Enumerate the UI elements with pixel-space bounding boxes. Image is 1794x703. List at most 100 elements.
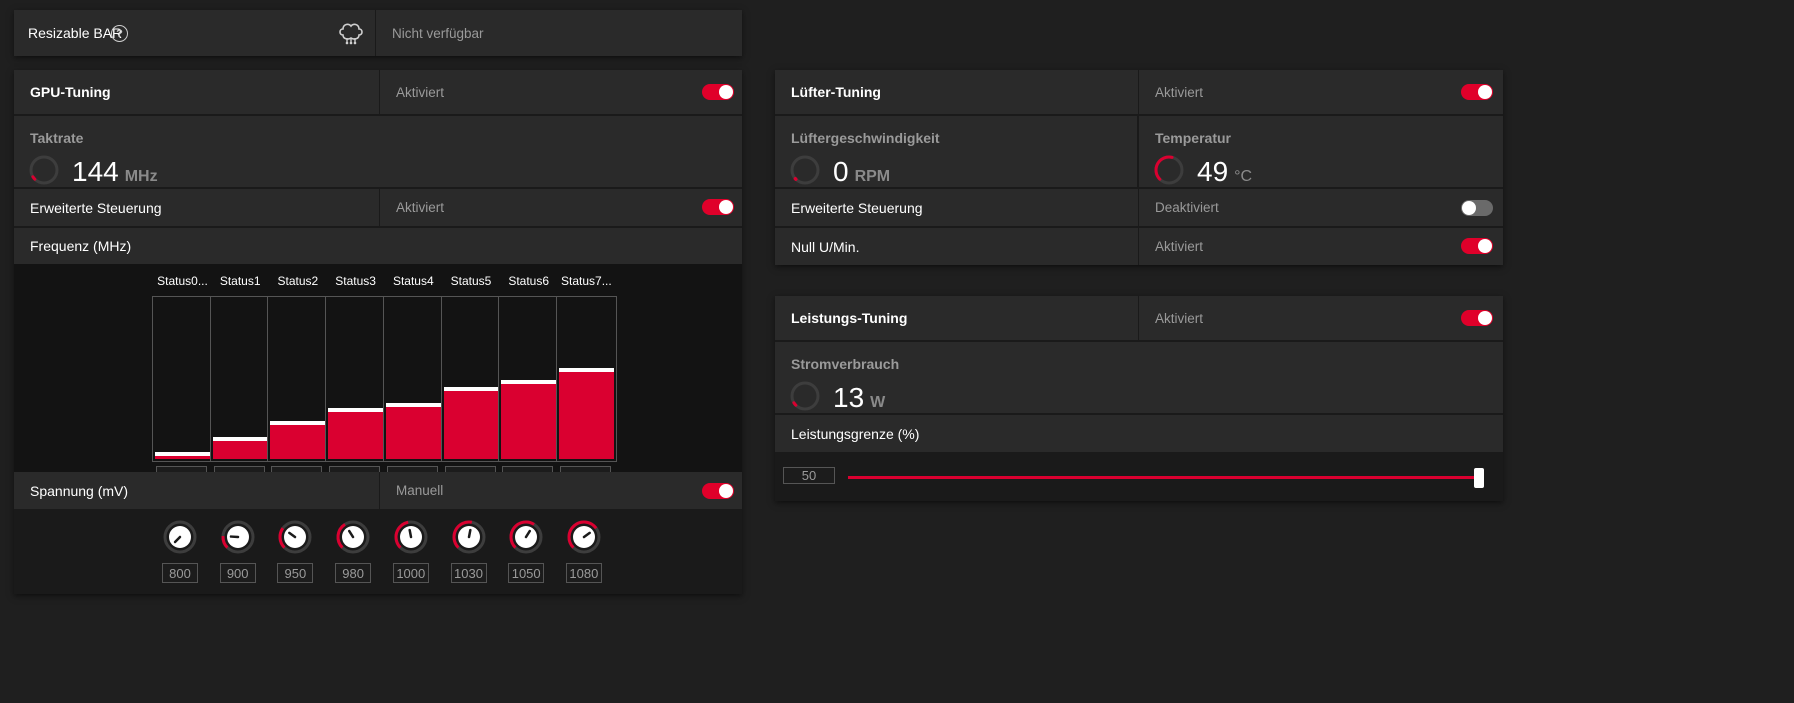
power-limit-slider-track[interactable] bbox=[848, 476, 1484, 479]
voltage-knob-value[interactable]: 1050 bbox=[508, 563, 545, 583]
fan-tuning-panel: Lüfter-Tuning Aktiviert Lüftergeschwindi… bbox=[775, 70, 1503, 265]
clock-gauge-arc bbox=[31, 175, 37, 181]
power-consumption-value: 13 bbox=[833, 382, 865, 413]
fan-speed-unit: RPM bbox=[854, 168, 891, 185]
voltage-knob-value[interactable]: 1000 bbox=[392, 563, 429, 583]
frequency-state-fill bbox=[328, 412, 384, 459]
gpu-advanced-status: Aktiviert bbox=[379, 189, 742, 226]
gpu-advanced-toggle[interactable] bbox=[702, 199, 734, 215]
power-tuning-panel: Leistungs-Tuning Aktiviert Stromverbrauc… bbox=[775, 296, 1503, 501]
frequency-state-bar[interactable] bbox=[498, 296, 560, 462]
temperature-label: Temperatur bbox=[1155, 130, 1231, 146]
clock-rate-metric: Taktrate 144 MHz bbox=[14, 116, 742, 187]
power-tuning-toggle[interactable] bbox=[1461, 310, 1493, 326]
frequency-state-label: Status2 bbox=[277, 274, 319, 288]
voltage-knob[interactable] bbox=[220, 519, 256, 555]
fan-speed-value-wrap: 0 RPM bbox=[833, 156, 890, 188]
voltage-knob-value[interactable]: 1030 bbox=[450, 563, 487, 583]
frequency-state-bar[interactable] bbox=[382, 296, 444, 462]
frequency-state-label: Status3 bbox=[335, 274, 376, 288]
voltage-knob[interactable] bbox=[508, 519, 544, 555]
voltage-knob-arc bbox=[278, 527, 286, 549]
voltage-toggle[interactable] bbox=[702, 483, 734, 499]
power-limit-value[interactable]: 50 bbox=[783, 467, 835, 484]
gpu-tuning-title: GPU-Tuning bbox=[30, 84, 111, 100]
frequency-state-handle[interactable] bbox=[270, 421, 326, 425]
frequency-state-handle[interactable] bbox=[328, 408, 384, 412]
frequency-state-fill bbox=[558, 372, 614, 459]
voltage-knob[interactable] bbox=[393, 519, 429, 555]
frequency-state-fill bbox=[501, 384, 557, 459]
frequency-state-handle[interactable] bbox=[443, 387, 499, 391]
temperature-value-wrap: 49 °C bbox=[1197, 156, 1252, 188]
voltage-label: Spannung (mV) bbox=[30, 482, 129, 499]
frequency-state-handle[interactable] bbox=[155, 452, 210, 456]
voltage-knob[interactable] bbox=[335, 519, 371, 555]
clock-rate-value-wrap: 144 MHz bbox=[72, 156, 158, 188]
temperature-value: 49 bbox=[1197, 156, 1229, 187]
zero-rpm-status: Aktiviert bbox=[1138, 228, 1503, 265]
fan-advanced-row: Erweiterte Steuerung Deaktiviert bbox=[775, 189, 1503, 226]
gpu-tuning-header: GPU-Tuning Aktiviert bbox=[14, 70, 742, 114]
frequency-states-area: Status0...852Status1991Status21138Status… bbox=[14, 264, 742, 486]
fan-tuning-title: Lüfter-Tuning bbox=[791, 84, 881, 100]
gpu-advanced-row: Erweiterte Steuerung Aktiviert bbox=[14, 189, 742, 226]
voltage-knob-value[interactable]: 950 bbox=[277, 563, 314, 583]
fan-tuning-toggle[interactable] bbox=[1461, 84, 1493, 100]
frequency-label: Frequenz (MHz) bbox=[30, 238, 132, 254]
frequency-state-bar[interactable] bbox=[152, 296, 213, 462]
power-limit-header: Leistungsgrenze (%) bbox=[775, 415, 1503, 452]
frequency-state-fill bbox=[385, 407, 441, 459]
temperature-gauge-icon bbox=[1153, 154, 1185, 191]
clock-rate-unit: MHz bbox=[124, 168, 158, 185]
frequency-state-bar[interactable] bbox=[209, 296, 271, 462]
power-gauge-arc bbox=[792, 401, 798, 407]
help-icon[interactable]: ? bbox=[111, 25, 128, 42]
power-tuning-status: Aktiviert bbox=[1138, 296, 1503, 340]
frequency-state-label: Status6 bbox=[508, 274, 550, 288]
power-limit-slider-thumb[interactable] bbox=[1474, 468, 1484, 488]
resizable-bar-row: Resizable BAR ? Nicht verfügbar bbox=[14, 10, 742, 56]
voltage-knob[interactable] bbox=[566, 519, 602, 555]
gpu-advanced-label: Erweiterte Steuerung bbox=[30, 199, 162, 216]
fan-tuning-header: Lüfter-Tuning Aktiviert bbox=[775, 70, 1503, 114]
power-consumption-value-wrap: 13 W bbox=[833, 382, 885, 414]
voltage-knob-value[interactable]: 800 bbox=[162, 563, 198, 583]
clock-gauge-svg bbox=[29, 155, 59, 185]
voltage-knob[interactable] bbox=[277, 519, 313, 555]
fan-tuning-status: Aktiviert bbox=[1138, 70, 1503, 114]
temperature-gauge-arc bbox=[1154, 155, 1174, 181]
frequency-state-bar[interactable] bbox=[440, 296, 502, 462]
voltage-knob-value[interactable]: 1080 bbox=[565, 563, 602, 583]
gpu-tuning-toggle[interactable] bbox=[702, 84, 734, 100]
voltage-knobs-area: 800 900 950 980 1000 1030 1050 1080 bbox=[14, 509, 742, 594]
fan-advanced-toggle[interactable] bbox=[1461, 200, 1493, 216]
zero-rpm-toggle[interactable] bbox=[1461, 238, 1493, 254]
voltage-knob[interactable] bbox=[451, 519, 487, 555]
fan-advanced-label: Erweiterte Steuerung bbox=[791, 199, 923, 216]
frequency-state-bar[interactable] bbox=[267, 296, 329, 462]
frequency-state-handle[interactable] bbox=[558, 368, 614, 372]
frequency-state-handle[interactable] bbox=[385, 403, 441, 407]
frequency-state-bar[interactable] bbox=[325, 296, 387, 462]
frequency-state-handle[interactable] bbox=[212, 437, 268, 441]
resizable-bar-label: Resizable BAR bbox=[28, 25, 123, 41]
fan-advanced-status: Deaktiviert bbox=[1138, 189, 1503, 226]
voltage-knob[interactable] bbox=[162, 519, 198, 555]
fan-speed-metric: Lüftergeschwindigkeit 0 RPM bbox=[775, 116, 1137, 187]
frequency-state-fill bbox=[443, 391, 499, 459]
frequency-state-label: Status0... bbox=[157, 274, 208, 288]
gpu-tuning-status: Aktiviert bbox=[379, 70, 742, 114]
voltage-knob-value[interactable]: 900 bbox=[219, 563, 256, 583]
voltage-knob-value[interactable]: 980 bbox=[335, 563, 372, 583]
frequency-state-bar[interactable] bbox=[555, 296, 617, 462]
clock-rate-label: Taktrate bbox=[30, 130, 84, 146]
resizable-bar-panel: Resizable BAR ? Nicht verfügbar bbox=[14, 10, 742, 56]
clock-gauge-icon bbox=[28, 154, 60, 191]
power-tuning-title: Leistungs-Tuning bbox=[791, 310, 908, 326]
zero-rpm-row: Null U/Min. Aktiviert bbox=[775, 228, 1503, 265]
frequency-state-handle[interactable] bbox=[501, 380, 557, 384]
power-tuning-header: Leistungs-Tuning Aktiviert bbox=[775, 296, 1503, 340]
fan-speed-label: Lüftergeschwindigkeit bbox=[791, 130, 940, 146]
power-consumption-label: Stromverbrauch bbox=[791, 356, 900, 372]
